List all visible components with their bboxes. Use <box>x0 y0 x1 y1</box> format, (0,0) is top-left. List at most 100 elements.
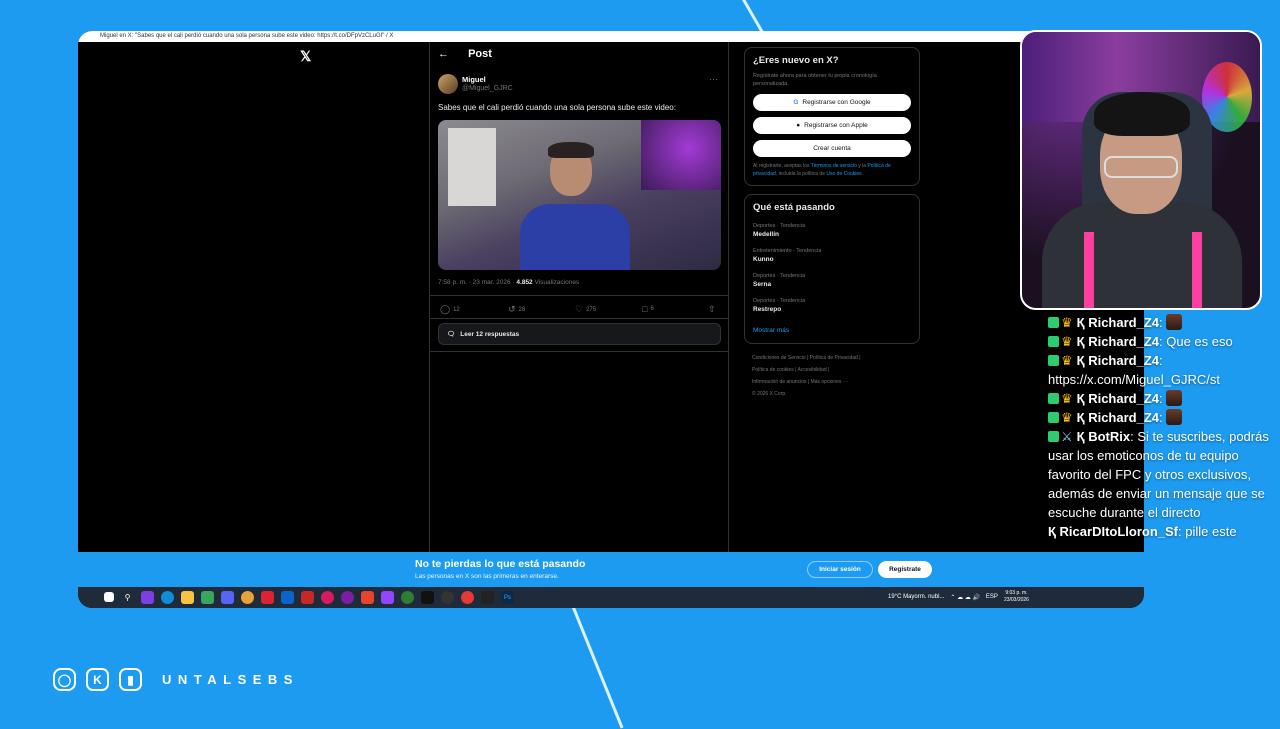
apple-signup-button[interactable]: ● Registrarse con Apple <box>753 117 911 134</box>
trend-item[interactable]: Entretenimiento · Tendencia Kunno <box>753 248 911 263</box>
photoshop-icon[interactable]: Ps <box>501 591 514 604</box>
weather-widget[interactable]: 19°C Mayorm. nubl... <box>888 594 944 600</box>
app-icon[interactable] <box>461 591 474 604</box>
google-signup-button[interactable]: G Registrarse con Google <box>753 94 911 111</box>
x-page: 𝕏 ← Post Miguel @Miguel_GJRC ··· Sabes q… <box>78 42 1144 552</box>
footer-line[interactable]: Política de cookies | Accesibilidad | <box>752 364 920 376</box>
back-arrow-icon[interactable]: ← <box>438 48 449 60</box>
app-icon[interactable] <box>221 591 234 604</box>
views-count: 4.852 <box>516 279 533 286</box>
windows-start-icon[interactable] <box>104 592 114 602</box>
app-icon[interactable] <box>201 591 214 604</box>
google-icon: G <box>793 99 799 106</box>
share-icon: ⇧ <box>708 304 716 314</box>
author-handle[interactable]: @Miguel_GJRC <box>462 85 513 92</box>
chrome-icon[interactable] <box>241 591 254 604</box>
avatar[interactable] <box>438 74 458 94</box>
app-icon[interactable] <box>301 591 314 604</box>
author-name[interactable]: Miguel <box>462 75 486 84</box>
emote-icon <box>1166 409 1183 425</box>
chrome-icon[interactable] <box>401 591 414 604</box>
reply-button[interactable]: ◯ 12 <box>440 304 460 315</box>
chat-username: Қ <box>1076 334 1089 349</box>
footer-line[interactable]: Información de anuncios | Más opciones ·… <box>752 376 920 388</box>
chat-username: Richard_Z4 <box>1088 410 1160 425</box>
tiktok-icon[interactable] <box>421 591 434 604</box>
bookmark-icon: □ <box>642 304 648 314</box>
bookmark-button[interactable]: □ 6 <box>642 304 654 314</box>
bookmark-count: 6 <box>650 306 654 312</box>
language-indicator[interactable]: ESP <box>986 594 998 600</box>
app-icon[interactable] <box>381 591 394 604</box>
show-more-link[interactable]: Mostrar más <box>753 327 911 334</box>
clock-date: 23/03/2026 <box>1003 597 1029 603</box>
login-button[interactable]: Iniciar sesión <box>807 561 873 578</box>
sub-badge-icon <box>1048 412 1059 423</box>
like-count: 275 <box>586 306 597 313</box>
create-account-button[interactable]: Crear cuenta <box>753 140 911 157</box>
app-icon[interactable] <box>321 591 334 604</box>
social-links: ◯ K ▮ UNTALSEBS <box>53 668 299 691</box>
legal-mid2: , incluida la política de <box>775 170 827 177</box>
sub-badge-icon <box>1048 355 1059 366</box>
chat-message: ♛ Қ Richard_Z4: <box>1048 313 1280 332</box>
read-replies-button[interactable]: 🗨 Leer 12 respuestas <box>438 323 721 345</box>
file-explorer-icon[interactable] <box>181 591 194 604</box>
more-options-icon[interactable]: ··· <box>709 74 718 84</box>
signup-title: ¿Eres nuevo en X? <box>753 55 839 66</box>
trend-item[interactable]: Deportes · Tendencia Medellín <box>753 223 911 238</box>
signup-banner: No te pierdas lo que está pasando Las pe… <box>78 552 1144 587</box>
sub-badge-icon <box>1048 393 1059 404</box>
chat-message: Қ RicarDItoLloron_Sf: pille este <box>1048 524 1237 539</box>
trends-card: Qué está pasando Deportes · Tendencia Med… <box>744 194 920 344</box>
trend-item[interactable]: Deportes · Tendencia Restrepo <box>753 298 911 313</box>
obs-icon[interactable] <box>441 591 454 604</box>
kick-icon: K <box>86 668 109 691</box>
tweet-video[interactable] <box>438 120 721 270</box>
tweet-time[interactable]: 7:58 p. m. · 23 mar. 2026 · <box>438 279 516 286</box>
cookies-link[interactable]: Uso de Cookies <box>826 171 861 177</box>
outlook-icon[interactable] <box>281 591 294 604</box>
google-signup-label: Registrarse con Google <box>802 99 871 106</box>
search-icon[interactable]: ⚲ <box>121 591 134 604</box>
footer-line[interactable]: Condiciones de Servicio | Política de Pr… <box>752 352 920 364</box>
app-icon[interactable] <box>261 591 274 604</box>
stream-chat: ♛ Қ Richard_Z4: ♛ Қ Richard_Z4: Que es eso… <box>1048 313 1280 583</box>
webcam-hair <box>1094 92 1190 136</box>
trend-item[interactable]: Deportes · Tendencia Serna <box>753 273 911 288</box>
tweet-text: Sabes que el cali perdió cuando una sola… <box>438 103 676 112</box>
background-stripe <box>572 606 624 729</box>
repost-count: 28 <box>518 306 526 313</box>
app-icon[interactable] <box>141 591 154 604</box>
clock[interactable]: 9:03 p. m. 23/03/2026 <box>1004 590 1029 604</box>
terms-link[interactable]: Términos de servicio <box>811 163 857 169</box>
speech-bubble-icon: 🗨 <box>447 331 456 338</box>
chat-username: Richard_Z4 <box>1088 391 1160 406</box>
signup-button[interactable]: Regístrate <box>878 561 932 578</box>
share-button[interactable]: ⇧ <box>708 304 716 315</box>
emote-icon <box>1166 390 1183 406</box>
screen-capture: Miguel en X: "Sabes que el cali perdió c… <box>78 31 1144 608</box>
edge-icon[interactable] <box>161 591 174 604</box>
chat-username: RicarDItoLloron_Sf <box>1059 524 1179 539</box>
app-icon[interactable] <box>341 591 354 604</box>
create-account-label: Crear cuenta <box>813 145 851 152</box>
chat-text: Que es eso <box>1166 334 1233 349</box>
capcut-icon[interactable] <box>481 591 494 604</box>
views-label: Visualizaciones <box>532 279 580 286</box>
webcam-glasses <box>1104 156 1178 178</box>
apple-signup-label: Registrarse con Apple <box>804 122 868 129</box>
chat-username: Қ <box>1076 429 1089 444</box>
streamer-handle: UNTALSEBS <box>162 672 299 687</box>
webcam-shirt-stripe <box>1192 232 1202 308</box>
reply-icon: ◯ <box>440 304 451 314</box>
x-logo[interactable]: 𝕏 <box>300 48 311 65</box>
chat-username: Richard_Z4 <box>1088 353 1160 368</box>
apple-icon: ● <box>796 122 801 129</box>
trend-name: Medellín <box>753 231 780 238</box>
tray-icons[interactable]: ⌃ ☁ ☁ 🔊 <box>950 594 980 601</box>
clock-time: 9:03 p. m. <box>1005 590 1028 596</box>
like-button[interactable]: ♡ 275 <box>575 304 596 315</box>
repost-button[interactable]: ↺ 28 <box>508 304 525 315</box>
brave-icon[interactable] <box>361 591 374 604</box>
